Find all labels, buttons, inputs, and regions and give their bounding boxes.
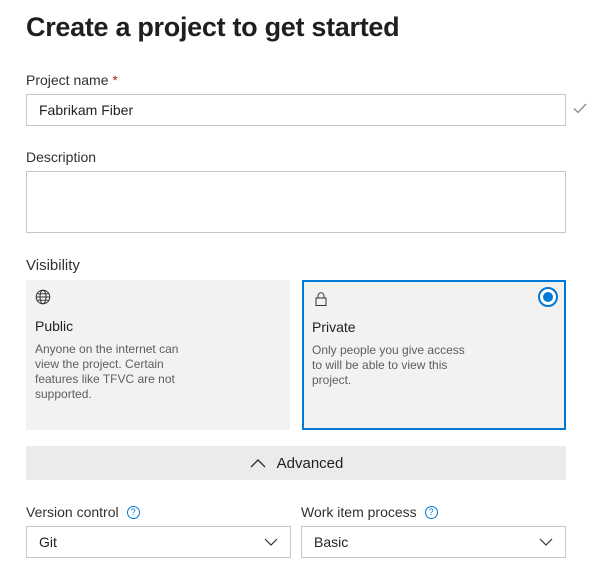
work-item-process-value: Basic [314,534,349,550]
chevron-down-icon [264,538,278,546]
work-item-process-select[interactable]: Basic [301,526,566,558]
description-input[interactable] [26,171,566,233]
visibility-option-private[interactable]: Private Only people you give access to w… [302,280,566,430]
valid-check-icon [573,103,587,114]
project-name-label-text: Project name [26,72,109,88]
version-control-value: Git [39,534,57,550]
help-icon[interactable]: ? [126,505,140,519]
project-name-value: Fabrikam Fiber [39,102,134,118]
work-item-process-label-text: Work item process [301,504,417,520]
page-title: Create a project to get started [26,12,400,42]
advanced-label: Advanced [276,454,344,472]
globe-icon [35,289,51,305]
version-control-label-text: Version control [26,504,119,520]
private-radio-selected[interactable] [538,287,558,307]
public-title: Public [35,318,74,334]
description-label: Description [26,149,97,165]
private-title: Private [312,319,356,335]
advanced-toggle-button[interactable]: Advanced [26,446,566,480]
chevron-up-icon [250,459,266,468]
private-description: Only people you give access to will be a… [312,343,465,387]
public-description: Anyone on the internet can view the proj… [35,342,179,401]
version-control-select[interactable]: Git [26,526,291,558]
version-control-label: Version control ? [26,504,140,520]
chevron-down-icon [539,538,553,546]
project-name-label: Project name * [26,72,118,88]
work-item-process-label: Work item process ? [301,504,438,520]
visibility-option-public[interactable]: Public Anyone on the internet can view t… [26,280,290,430]
help-icon[interactable]: ? [424,505,438,519]
lock-icon [315,292,327,306]
visibility-label: Visibility [26,257,80,274]
project-name-input[interactable]: Fabrikam Fiber [26,94,566,126]
required-marker: * [112,72,118,88]
